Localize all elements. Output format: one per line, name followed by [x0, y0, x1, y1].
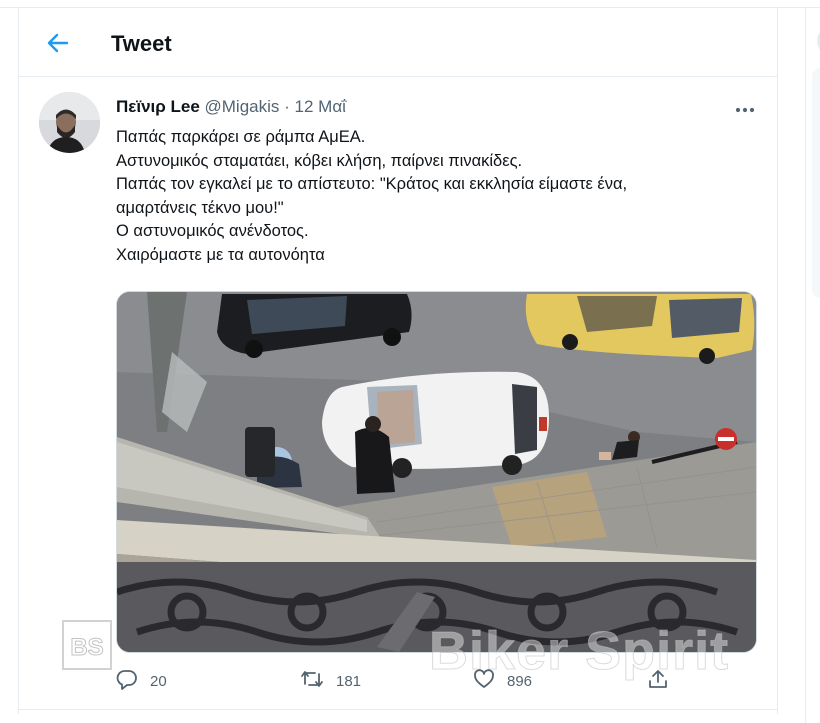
back-arrow-icon[interactable]: [45, 30, 71, 56]
retweet-icon: [300, 668, 324, 695]
author-name[interactable]: Πεϊνιρ Lee: [116, 97, 200, 116]
share-icon: [647, 668, 669, 695]
separator-dot: ·: [284, 97, 290, 116]
tweet-text-line: αμαρτάνεις τέκνο μου!": [116, 198, 284, 217]
tweet-text-line: Παπάς παρκάρει σε ράμπα ΑμΕΑ.: [116, 128, 366, 146]
tweet-text: Παπάς παρκάρει σε ράμπα ΑμΕΑ. Αστυνομικό…: [116, 126, 756, 267]
tweet-text-line: Χαιρόμαστε με τα αυτονόητα: [116, 245, 325, 264]
reply-icon: [116, 668, 138, 695]
avatar[interactable]: [39, 92, 100, 153]
tweet-photo[interactable]: [116, 291, 757, 653]
watermark-logo-text: BS: [70, 634, 103, 661]
like-count: 896: [507, 672, 533, 690]
tweet-text-line: Ο αστυνομικός ανένδοτος.: [116, 222, 309, 240]
tweet-author-line: Πεϊνιρ Lee @Migakis · 12 Μαΐ: [116, 97, 346, 117]
tweet-text-line: Παπάς τον εγκαλεί με το απίστευτο: "Κράτ…: [116, 175, 628, 193]
sidebar-card: [812, 68, 820, 298]
retweet-count: 181: [336, 672, 362, 690]
page-header: Tweet: [19, 8, 777, 77]
like-icon: [473, 668, 495, 695]
like-button[interactable]: 896: [473, 666, 532, 696]
tweet-actions: 20 181 896: [116, 666, 716, 696]
reply-count: 20: [150, 672, 167, 690]
tweet-column: Tweet Πεϊνιρ Lee @Migakis · 12 Μαΐ Παπάς…: [18, 8, 778, 714]
retweet-button[interactable]: 181: [300, 666, 361, 696]
tweet-bottom-divider: [19, 709, 777, 710]
more-icon[interactable]: [735, 102, 755, 113]
page-title: Tweet: [111, 31, 172, 56]
tweet-date[interactable]: 12 Μαΐ: [295, 97, 346, 116]
share-button[interactable]: [647, 666, 669, 696]
author-handle[interactable]: @Migakis: [205, 97, 280, 116]
reply-button[interactable]: 20: [116, 666, 167, 696]
watermark-logo: BS: [62, 620, 112, 670]
tweet-text-line: Αστυνομικός σταματάει, κόβει κλήση, παίρ…: [116, 151, 523, 170]
right-sidebar: [805, 8, 820, 723]
